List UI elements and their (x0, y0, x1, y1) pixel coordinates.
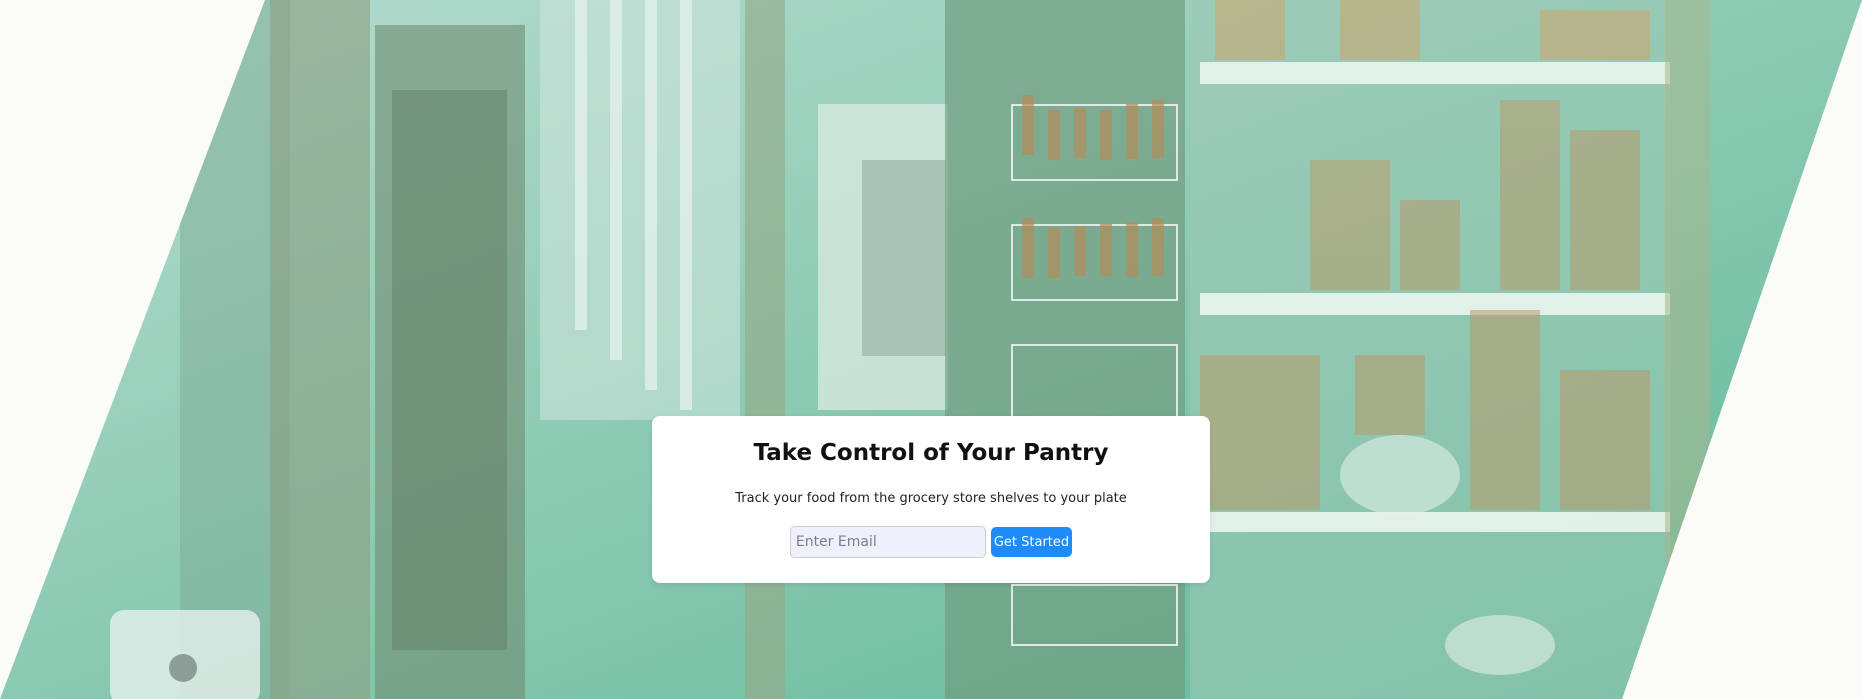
pantry-illustration (110, 0, 1710, 699)
email-input[interactable] (789, 526, 986, 558)
signup-form: Get Started (652, 526, 1210, 558)
hero-subtitle: Track your food from the grocery store s… (735, 491, 1127, 506)
pantry-background-image (0, 0, 1862, 699)
hero-section: Take Control of Your Pantry Track your f… (0, 0, 1862, 699)
get-started-button[interactable]: Get Started (990, 527, 1073, 557)
signup-card: Take Control of Your Pantry Track your f… (652, 416, 1210, 583)
page-title: Take Control of Your Pantry (753, 440, 1109, 466)
